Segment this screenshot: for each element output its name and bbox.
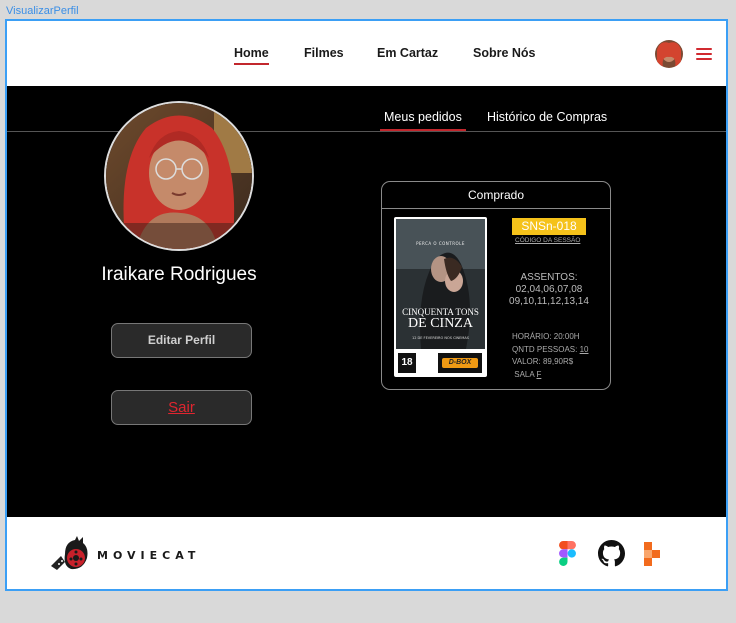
- session-time: HORÁRIO: 20:00H: [512, 332, 580, 341]
- seats-label: ASSENTOS:: [520, 272, 578, 283]
- movie-poster: PERCA O CONTROLE CINQUENTA TONS DE CINZA…: [394, 217, 487, 377]
- nav-filmes[interactable]: Filmes: [304, 46, 344, 60]
- people-count: QNTD PESSOAS: 10: [512, 344, 589, 357]
- dbox-label: D-BOX: [442, 358, 478, 368]
- logo-text: MOVIECAT: [97, 549, 201, 562]
- order-price: VALOR: 89,90R$: [512, 357, 574, 366]
- user-name: Iraikare Rodrigues: [101, 264, 257, 285]
- tab-historico-compras[interactable]: Histórico de Compras: [487, 110, 607, 124]
- poster-title-line2: DE CINZA: [408, 316, 473, 331]
- poster-date: 12 DE FEVEREIRO NOS CINEMAS: [411, 336, 470, 340]
- poster-image: PERCA O CONTROLE CINQUENTA TONS DE CINZA…: [396, 219, 485, 349]
- seats-line-1: 02,04,06,07,08: [515, 284, 583, 295]
- age-rating-badge: 18: [398, 353, 416, 373]
- footer: MOVIECAT: [7, 517, 726, 589]
- tab-meus-pedidos[interactable]: Meus pedidos: [380, 110, 466, 131]
- people-label: QNTD PESSOAS:: [512, 344, 578, 354]
- figma-icon[interactable]: [559, 541, 576, 566]
- seats-info: ASSENTOS: 02,04,06,07,08 09,10,11,12,13,…: [504, 272, 594, 308]
- dbox-badge: D-BOX: [438, 353, 482, 373]
- room-value: F: [536, 369, 542, 379]
- edit-profile-button[interactable]: Editar Perfil: [111, 323, 252, 358]
- hamburger-menu-icon[interactable]: [696, 48, 712, 60]
- order-status: Comprado: [382, 182, 610, 209]
- stackedit-icon[interactable]: [644, 542, 664, 566]
- poster-title: CINQUENTA TONS DE CINZA: [396, 307, 485, 331]
- header: Home Filmes Em Cartaz Sobre Nós: [7, 21, 726, 86]
- session-code-label: CÓDIGO DA SESSÃO: [515, 237, 581, 244]
- order-details: HORÁRIO: 20:00H QNTD PESSOAS: 10 VALOR: …: [512, 331, 589, 381]
- room-label: SALA: [514, 369, 535, 379]
- order-card[interactable]: Comprado PERCA O CONTROLE CINQUENTA TONS: [381, 181, 611, 390]
- profile-section: Meus pedidos Histórico de Compras Iraika…: [7, 86, 726, 517]
- nav-em-cartaz[interactable]: Em Cartaz: [377, 46, 438, 60]
- logout-button[interactable]: Sair: [111, 390, 252, 425]
- profile-avatar: [104, 101, 254, 251]
- room-info: SALA F: [512, 369, 589, 382]
- nav-home[interactable]: Home: [234, 46, 269, 65]
- header-avatar[interactable]: [655, 40, 683, 68]
- people-value: 10: [579, 344, 589, 354]
- frame-label: VisualizarPerfil: [6, 5, 79, 17]
- tabs-divider: [7, 131, 726, 132]
- moviecat-logo[interactable]: MOVIECAT: [47, 536, 207, 574]
- nav-sobre-nos[interactable]: Sobre Nós: [473, 46, 536, 60]
- github-icon[interactable]: [598, 540, 625, 567]
- seats-line-2: 09,10,11,12,13,14: [509, 296, 589, 307]
- cat-film-logo-icon: [51, 536, 88, 570]
- page-frame: Home Filmes Em Cartaz Sobre Nós Meus ped…: [5, 19, 728, 591]
- poster-tagline: PERCA O CONTROLE: [416, 241, 465, 246]
- session-code-badge: SNSn-018: [512, 218, 586, 235]
